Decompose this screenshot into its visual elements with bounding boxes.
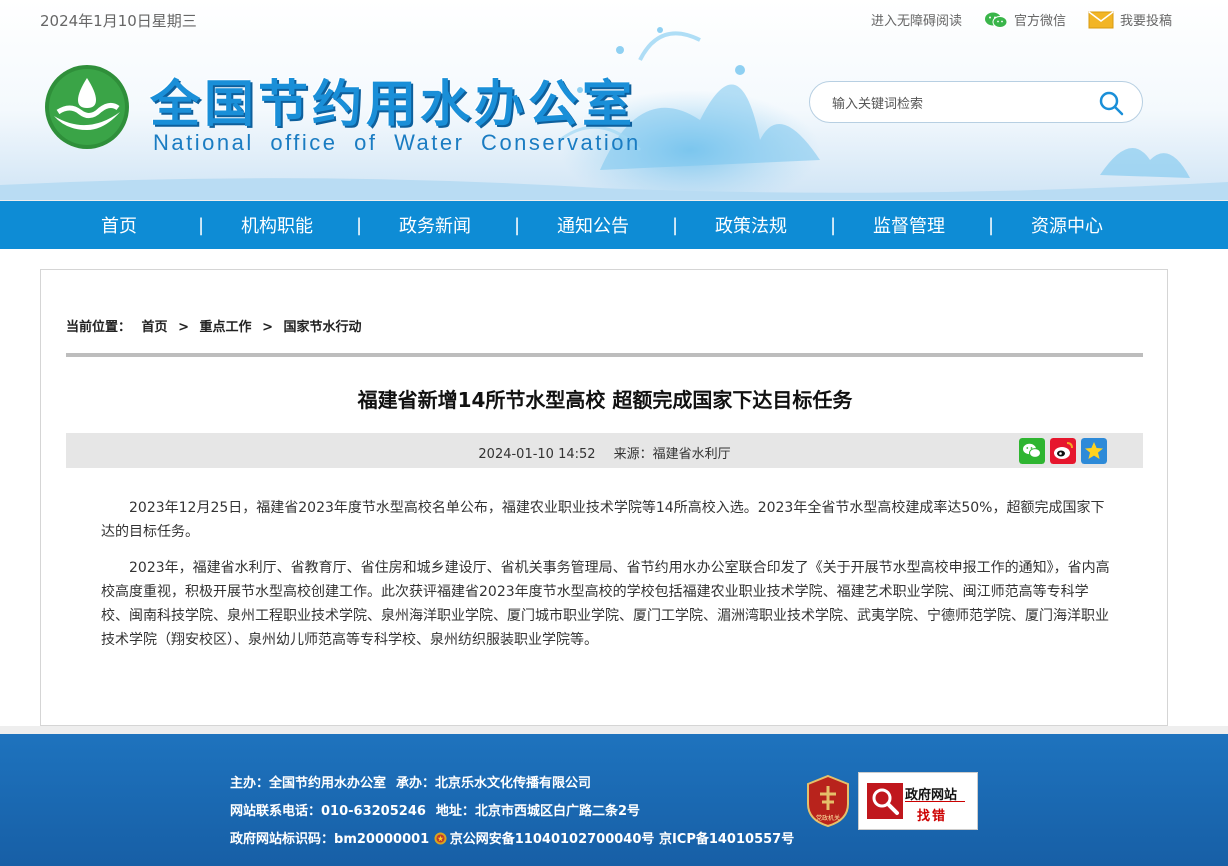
wechat-link[interactable]: 官方微信 [984,10,1066,29]
site-title: 全国节约用水办公室 [150,75,636,133]
current-date: 2024年1月10日星期三 [40,12,197,30]
breadcrumb-separator: > [178,320,189,335]
submit-link-label: 我要投稿 [1119,14,1172,29]
site-header: 2024年1月10日星期三 进入无障碍阅读 官方微信 我要投稿 全国节约用水办公… [0,0,1228,200]
party-government-badge[interactable]: 党政机关 [806,774,850,828]
share-favorite-icon[interactable] [1081,438,1107,464]
wechat-link-label: 官方微信 [1013,14,1066,29]
nav-item-notices[interactable]: 通知公告 [514,212,672,238]
site-logo[interactable] [44,64,130,150]
nav-item-functions[interactable]: 机构职能 [198,212,356,238]
footer-address: 北京市西城区白广路二条2号 [474,804,640,819]
party-badge-text: 党政机关 [816,814,840,822]
gov-site-error-report[interactable]: 政府网站 找错 [858,772,978,830]
site-title-english: National office of Water Conservation [153,130,641,155]
nav-item-resources[interactable]: 资源中心 [988,212,1146,238]
search-icon[interactable] [1098,90,1124,116]
nav-item-news[interactable]: 政务新闻 [356,212,514,238]
breadcrumb: 当前位置： 首页 > 重点工作 > 国家节水行动 [66,316,368,335]
share-weibo-icon[interactable] [1050,438,1076,464]
magnifier-icon [867,783,903,819]
footer-host: 全国节约用水办公室 [269,776,387,791]
search-input[interactable] [830,93,1094,115]
breadcrumb-separator: > [262,320,273,335]
accessibility-link-label: 进入无障碍阅读 [870,14,962,29]
footer-id-label: 政府网站标识码： [230,832,335,847]
footer-address-label: 地址： [435,804,475,819]
top-links: 进入无障碍阅读 官方微信 我要投稿 [871,10,1172,29]
article-meta: 2024-01-10 14:52 来源：福建省水利厅 [66,433,1143,468]
article-datetime: 2024-01-10 14:52 [478,447,596,462]
error-report-line2: 找错 [917,809,948,824]
search-box [809,81,1143,123]
footer-icp[interactable]: 京ICP备14010557号 [659,832,794,847]
article-paragraph: 2023年12月25日，福建省2023年度节水型高校名单公布，福建农业职业技术学… [101,500,1105,540]
share-buttons [1019,438,1107,464]
nav-item-home[interactable]: 首页 [40,212,198,238]
footer-police-record[interactable]: 京公网安备11040102700040号 [450,832,655,847]
nav-item-supervision[interactable]: 监督管理 [830,212,988,238]
footer-phone-label: 网站联系电话： [230,804,322,819]
wechat-icon [984,12,1008,28]
article-title: 福建省新增14所节水型高校 超额完成国家下达目标任务 [357,388,853,412]
footer-undertaker: 北京乐水文化传播有限公司 [435,776,592,791]
nav-item-policies[interactable]: 政策法规 [672,212,830,238]
footer-gap [0,726,1228,734]
breadcrumb-home[interactable]: 首页 [142,320,168,335]
main-nav: 首页 | 机构职能 | 政务新闻 | 通知公告 | 政策法规 | 监督管理 | … [0,201,1228,249]
error-report-divider [905,801,965,802]
breadcrumb-prefix: 当前位置： [66,320,132,335]
footer-info: 主办：全国节约用水办公室 承办：北京乐水文化传播有限公司 网站联系电话：010-6… [230,770,794,854]
divider [66,353,1143,357]
share-wechat-icon[interactable] [1019,438,1045,464]
footer-phone: 010-63205246 [321,804,426,819]
footer-id: bm20000001 [334,832,430,847]
accessibility-link[interactable]: 进入无障碍阅读 [871,10,962,29]
mail-icon [1088,10,1114,28]
article-body: 2023年12月25日，福建省2023年度节水型高校名单公布，福建农业职业技术学… [101,496,1111,664]
article-source: 来源：福建省水利厅 [613,447,731,462]
breadcrumb-national-water-action[interactable]: 国家节水行动 [284,320,362,335]
article-paragraph: 2023年，福建省水利厅、省教育厅、省住房和城乡建设厅、省机关事务管理局、省节约… [101,560,1110,648]
police-badge-icon [434,832,447,845]
article-card: 当前位置： 首页 > 重点工作 > 国家节水行动 福建省新增14所节水型高校 超… [40,269,1168,726]
footer-undertaker-label: 承办： [396,776,436,791]
breadcrumb-key-work[interactable]: 重点工作 [200,320,252,335]
submit-link[interactable]: 我要投稿 [1088,10,1172,29]
site-footer: 主办：全国节约用水办公室 承办：北京乐水文化传播有限公司 网站联系电话：010-6… [0,734,1228,866]
footer-host-label: 主办： [230,776,270,791]
